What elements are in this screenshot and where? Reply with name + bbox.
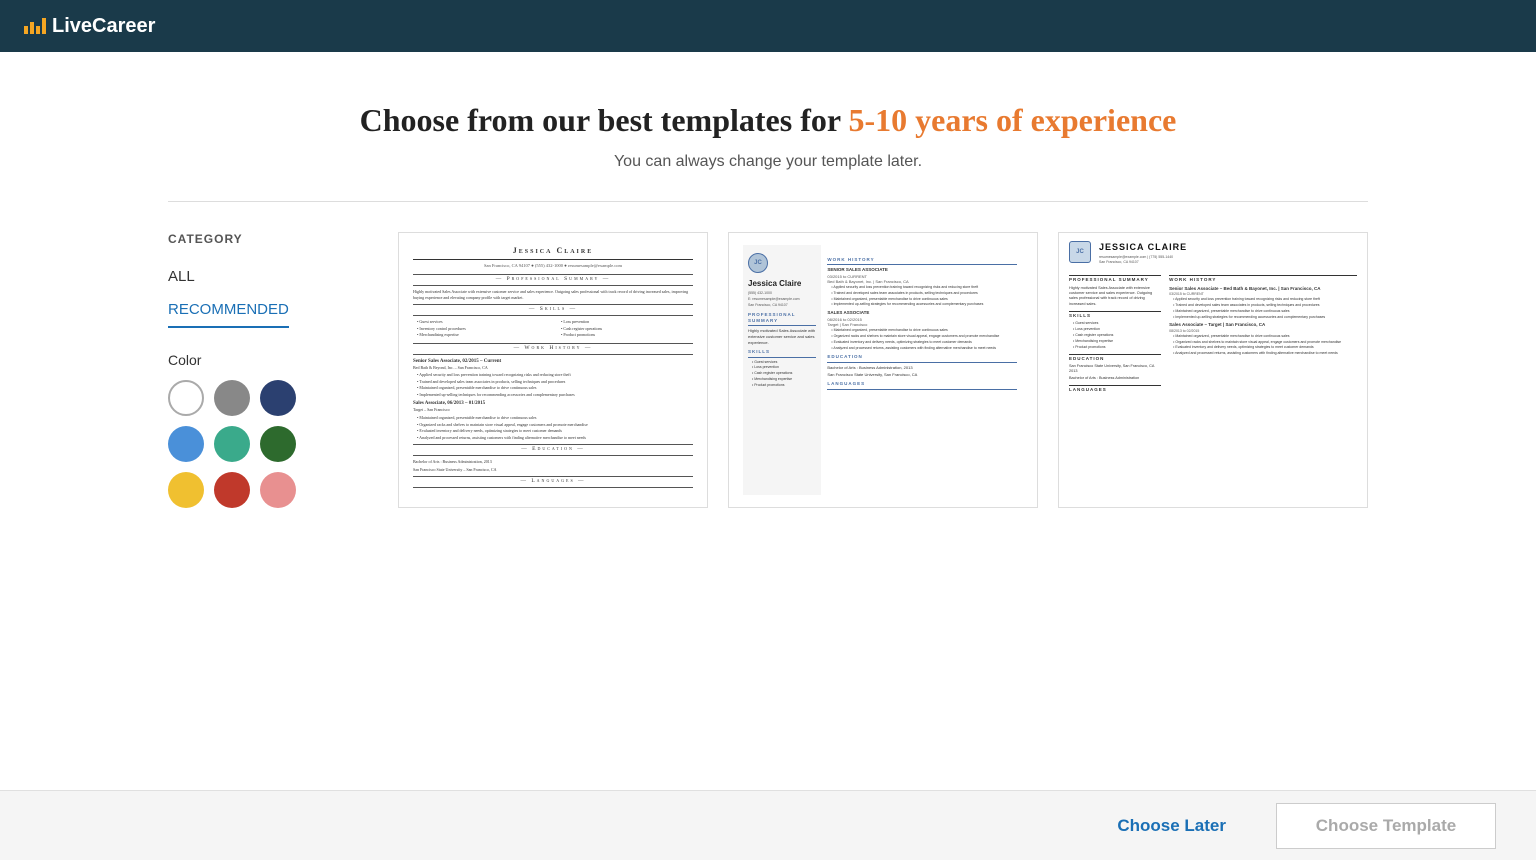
- color-swatch-dark-green[interactable]: [260, 426, 296, 462]
- r1-skills-col2: • Loss prevention • Cash register operat…: [557, 319, 693, 339]
- r3-body: PROFESSIONAL SUMMARY Highly motivated Sa…: [1069, 271, 1357, 395]
- resume-preview-3: JC JESSICA CLAIRE resumesample@example.c…: [1059, 233, 1367, 507]
- footer: Choose Later Choose Template: [0, 790, 1536, 860]
- color-swatch-pink[interactable]: [260, 472, 296, 508]
- r1-job2-title: Sales Associate, 06/2013 – 01/2015: [413, 400, 693, 407]
- color-swatch-red[interactable]: [214, 472, 250, 508]
- r3-header: JC JESSICA CLAIRE resumesample@example.c…: [1069, 241, 1357, 265]
- color-swatch-teal[interactable]: [214, 426, 250, 462]
- logo: LiveCareer: [24, 15, 155, 38]
- logo-icon: [24, 18, 46, 34]
- r1-work-title: — Work History —: [413, 343, 693, 355]
- r1-edu-title: — Education —: [413, 444, 693, 456]
- r1-contact: San Francisco, CA 94107 ● (555) 432-1000…: [413, 263, 693, 269]
- template-card-3[interactable]: JC JESSICA CLAIRE resumesample@example.c…: [1058, 232, 1368, 508]
- header: LiveCareer: [0, 0, 1536, 52]
- resume-preview-1: Jessica Claire San Francisco, CA 94107 ●…: [399, 233, 707, 507]
- category-label: CATEGORY: [168, 232, 368, 246]
- resume-preview-2: JC Jessica Claire (555) 432-1000 E: resu…: [729, 233, 1037, 507]
- r1-summary-text: Highly motivated Sales Associate with ex…: [413, 289, 693, 300]
- r1-skills-title: — Skills —: [413, 304, 693, 316]
- page-subheadline: You can always change your template late…: [614, 153, 922, 171]
- color-swatch-blue[interactable]: [168, 426, 204, 462]
- main-content: Choose from our best templates for 5-10 …: [0, 52, 1536, 790]
- color-swatch-gray[interactable]: [214, 380, 250, 416]
- color-swatch-white[interactable]: [168, 380, 204, 416]
- template-card-2[interactable]: JC Jessica Claire (555) 432-1000 E: resu…: [728, 232, 1038, 508]
- r1-skills-col1: • Guest services • Inventory control pro…: [413, 319, 549, 339]
- choose-template-button[interactable]: Choose Template: [1276, 803, 1496, 849]
- sidebar-item-recommended[interactable]: RECOMMENDED: [168, 293, 289, 328]
- r3-right: WORK HISTORY Senior Sales Associate – Be…: [1169, 271, 1357, 395]
- r1-skills-cols: • Guest services • Inventory control pro…: [413, 319, 693, 339]
- r3-header-text: JESSICA CLAIRE resumesample@example.com …: [1099, 241, 1357, 265]
- page-headline: Choose from our best templates for 5-10 …: [360, 102, 1177, 139]
- r2-right: WORK HISTORY SENIOR SALES ASSOCIATE 03/2…: [821, 245, 1023, 495]
- r1-name: Jessica Claire: [413, 245, 693, 260]
- section-divider: [168, 201, 1368, 202]
- color-swatch-yellow[interactable]: [168, 472, 204, 508]
- sidebar-item-all[interactable]: ALL: [168, 260, 368, 293]
- sidebar: CATEGORY ALL RECOMMENDED Color: [168, 232, 368, 508]
- color-grid: [168, 380, 368, 508]
- r1-job1-title: Senior Sales Associate, 02/2015 – Curren…: [413, 358, 693, 365]
- r1-summary-title: — Professional Summary —: [413, 274, 693, 286]
- r3-left: PROFESSIONAL SUMMARY Highly motivated Sa…: [1069, 271, 1161, 395]
- r2-name: Jessica Claire: [748, 278, 816, 289]
- headline-accent: 5-10 years of experience: [848, 102, 1176, 138]
- r2-avatar: JC: [748, 253, 768, 273]
- color-swatch-navy[interactable]: [260, 380, 296, 416]
- choose-later-button[interactable]: Choose Later: [1097, 806, 1246, 846]
- r3-name: JESSICA CLAIRE: [1099, 241, 1357, 254]
- logo-text: LiveCareer: [52, 15, 155, 38]
- r2-left: JC Jessica Claire (555) 432-1000 E: resu…: [743, 245, 821, 495]
- r3-avatar: JC: [1069, 241, 1091, 263]
- content-area: CATEGORY ALL RECOMMENDED Color Jessi: [168, 232, 1368, 508]
- color-label: Color: [168, 352, 368, 368]
- r1-lang-title: — Languages —: [413, 476, 693, 488]
- templates-area: Jessica Claire San Francisco, CA 94107 ●…: [398, 232, 1368, 508]
- headline-part1: Choose from our best templates for: [360, 102, 849, 138]
- template-card-1[interactable]: Jessica Claire San Francisco, CA 94107 ●…: [398, 232, 708, 508]
